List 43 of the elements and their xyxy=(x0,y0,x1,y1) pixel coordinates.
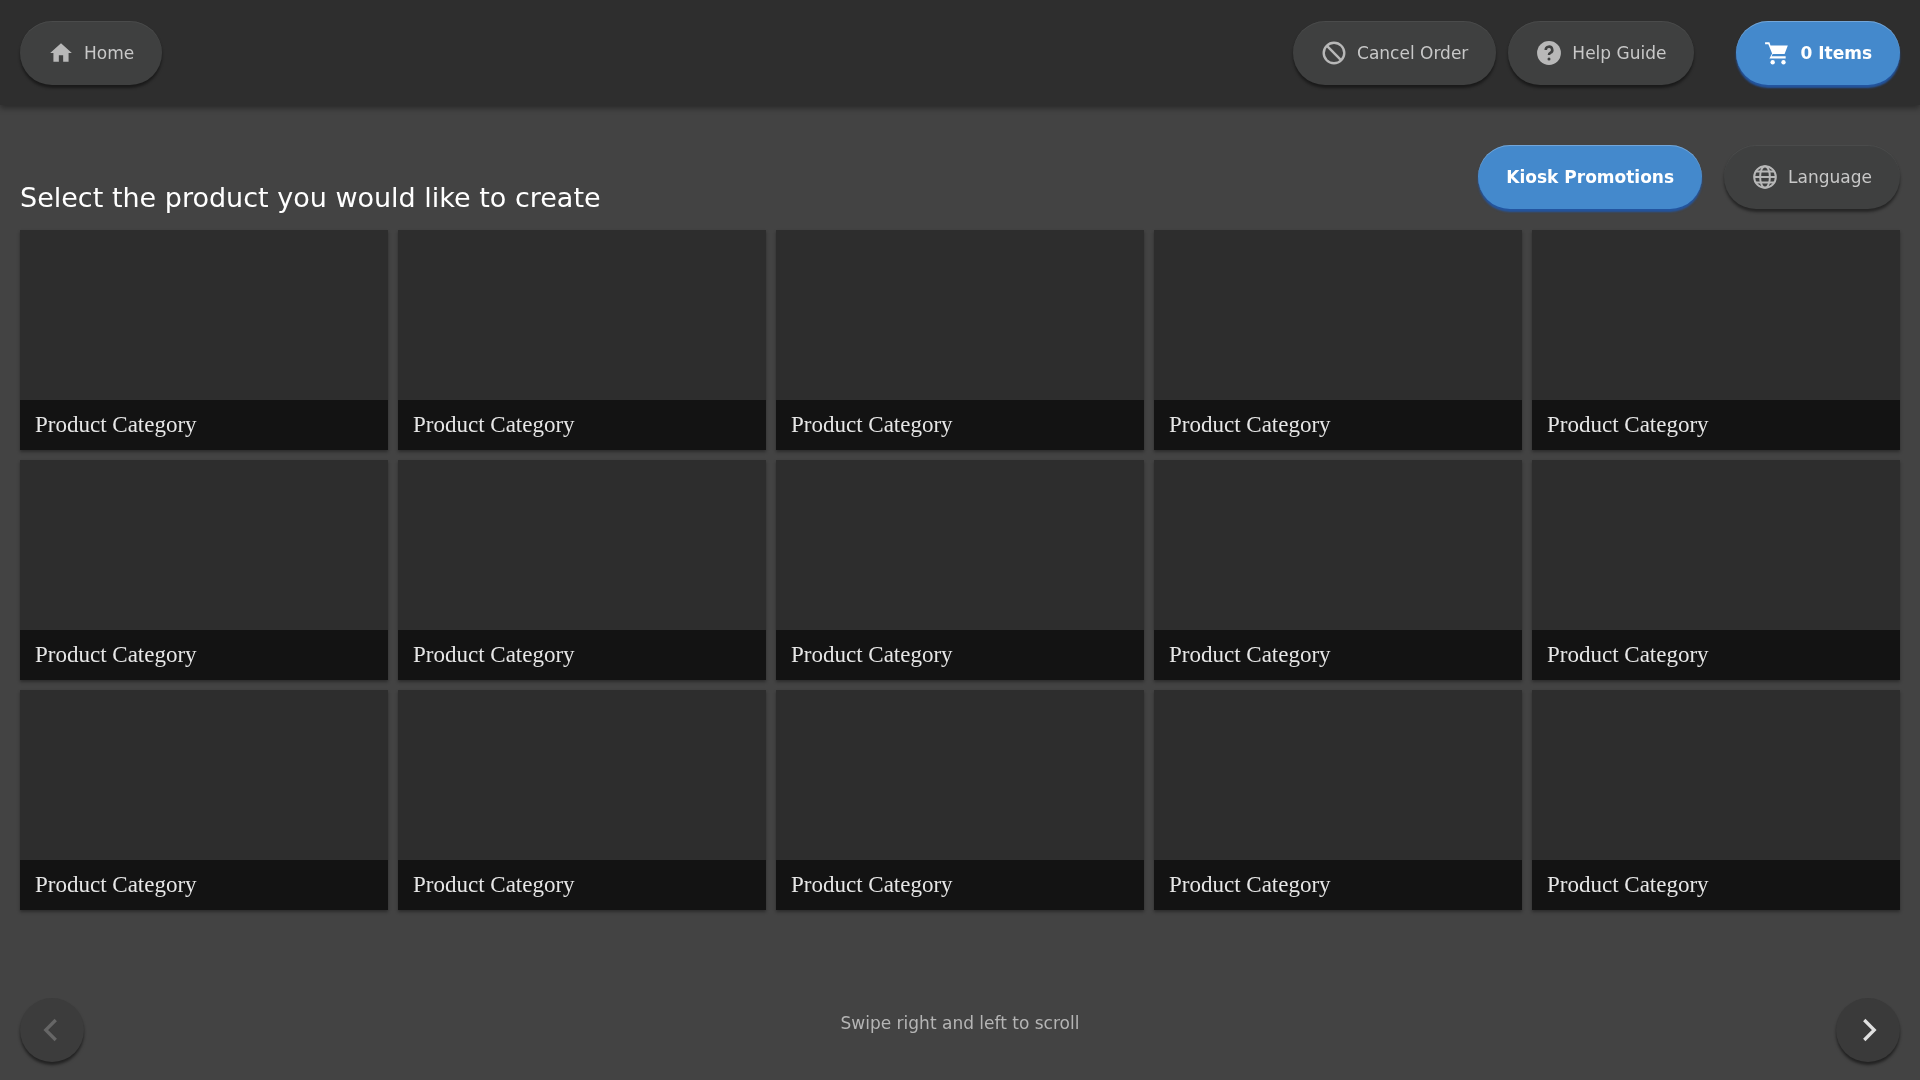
cart-icon xyxy=(1764,39,1791,66)
next-button[interactable] xyxy=(1836,998,1900,1062)
cart-button[interactable]: 0 Items xyxy=(1736,20,1900,85)
scroll-hint: Swipe right and left to scroll xyxy=(840,1013,1080,1033)
prohibited-icon xyxy=(1321,39,1348,66)
category-tile[interactable]: Product Category xyxy=(398,690,766,910)
category-tile[interactable]: Product Category xyxy=(776,460,1144,680)
category-label: Product Category xyxy=(398,860,766,910)
home-button[interactable]: Home xyxy=(20,20,163,85)
category-tile[interactable]: Product Category xyxy=(398,460,766,680)
help-icon xyxy=(1536,39,1563,66)
category-tile[interactable]: Product Category xyxy=(20,690,388,910)
category-label: Product Category xyxy=(1154,630,1522,680)
category-label: Product Category xyxy=(20,860,388,910)
category-tile[interactable]: Product Category xyxy=(776,690,1144,910)
category-label: Product Category xyxy=(20,400,388,450)
category-label: Product Category xyxy=(776,860,1144,910)
category-label: Product Category xyxy=(1532,400,1900,450)
help-button[interactable]: Help Guide xyxy=(1508,20,1695,85)
category-tile[interactable]: Product Category xyxy=(20,230,388,450)
category-tile[interactable]: Product Category xyxy=(776,230,1144,450)
category-label: Product Category xyxy=(20,630,388,680)
category-tile[interactable]: Product Category xyxy=(1154,690,1522,910)
category-label: Product Category xyxy=(1532,630,1900,680)
globe-icon xyxy=(1752,164,1779,190)
category-tile[interactable]: Product Category xyxy=(398,230,766,450)
category-tile[interactable]: Product Category xyxy=(20,460,388,680)
category-label: Product Category xyxy=(1532,860,1900,910)
category-tile[interactable]: Product Category xyxy=(1154,460,1522,680)
cancel-order-button[interactable]: Cancel Order xyxy=(1293,20,1497,85)
category-label: Product Category xyxy=(776,630,1144,680)
category-label: Product Category xyxy=(1154,400,1522,450)
category-label: Product Category xyxy=(398,400,766,450)
language-button[interactable]: Language xyxy=(1724,145,1900,209)
category-tile[interactable]: Product Category xyxy=(1532,690,1900,910)
category-tile[interactable]: Product Category xyxy=(1532,230,1900,450)
category-tile[interactable]: Product Category xyxy=(1532,460,1900,680)
category-label: Product Category xyxy=(776,400,1144,450)
category-tile[interactable]: Product Category xyxy=(1154,230,1522,450)
category-label: Product Category xyxy=(398,630,766,680)
category-label: Product Category xyxy=(1154,860,1522,910)
promotions-button[interactable]: Kiosk Promotions xyxy=(1478,145,1703,209)
page-heading: Select the product you would like to create xyxy=(20,182,601,213)
